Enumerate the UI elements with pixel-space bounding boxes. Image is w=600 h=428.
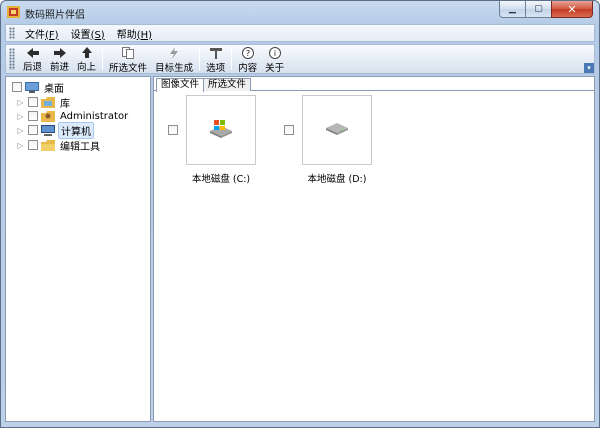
- menu-settings-label: 设置: [70, 29, 91, 41]
- about-button[interactable]: i 关于: [261, 45, 288, 74]
- title-bar[interactable]: 数码照片伴侣 ▁ ▢ ✕: [1, 1, 599, 23]
- tree-checkbox[interactable]: [28, 97, 38, 107]
- arrow-up-icon: [80, 47, 94, 58]
- expand-arrow-icon[interactable]: ▷: [16, 98, 25, 107]
- desktop-icon: [25, 81, 39, 93]
- arrow-right-icon: [53, 47, 67, 58]
- folder-icon: [41, 139, 55, 151]
- about-label: 关于: [265, 63, 285, 74]
- menu-file-key: (F): [45, 29, 59, 41]
- caption-buttons: ▁ ▢ ✕: [499, 1, 593, 18]
- tree-item-desktop[interactable]: 桌面: [12, 80, 66, 95]
- computer-icon: [41, 124, 55, 136]
- help-icon: ?: [241, 47, 255, 59]
- maximize-icon: ▢: [534, 4, 543, 14]
- hard-drive-icon: [324, 121, 350, 140]
- tree-item-administrator[interactable]: ▷ Administrator: [16, 109, 130, 123]
- tree-item-label: 库: [60, 98, 70, 110]
- target-generate-label: 目标生成: [155, 63, 194, 74]
- menu-file-label: 文件: [25, 29, 45, 41]
- app-icon: [7, 6, 20, 18]
- toolbar-overflow-icon[interactable]: ▾: [584, 63, 594, 73]
- menu-grip-icon[interactable]: [9, 27, 15, 39]
- tree-checkbox[interactable]: [12, 82, 22, 92]
- toolbar: 后退 前进 向上 所选文件 目标生成 选项 ? 内容 i 关于 ▾: [5, 44, 595, 74]
- menu-bar: 文件(F) 设置(S) 帮助(H): [5, 24, 595, 42]
- up-button[interactable]: 向上: [73, 45, 100, 73]
- target-generate-button[interactable]: 目标生成: [151, 45, 197, 74]
- back-label: 后退: [23, 62, 43, 73]
- content-pane: 图像文件 所选文件 本地磁盘 (C:) 本地磁盘 (D:): [153, 76, 595, 422]
- tree-item-label: Administrator: [60, 110, 129, 122]
- tab-label: 图像文件: [161, 79, 200, 90]
- forward-label: 前进: [50, 62, 70, 73]
- tree-item-label: 编辑工具: [60, 141, 100, 153]
- drive-checkbox[interactable]: [284, 125, 294, 135]
- tree-item-label: 计算机: [58, 121, 94, 139]
- tree-checkbox[interactable]: [28, 111, 38, 121]
- lightning-icon: [167, 47, 181, 59]
- drive-item-d[interactable]: 本地磁盘 (D:): [272, 95, 382, 205]
- toolbar-separator: [199, 48, 201, 70]
- drive-thumbnail[interactable]: [302, 95, 372, 165]
- minimize-icon: ▁: [509, 4, 516, 14]
- drive-label: 本地磁盘 (D:): [307, 174, 367, 185]
- arrow-left-icon: [26, 47, 40, 58]
- maximize-button[interactable]: ▢: [525, 1, 551, 18]
- menu-help-label: 帮助: [116, 29, 137, 41]
- toolbar-grip-icon[interactable]: [9, 48, 15, 70]
- up-label: 向上: [77, 62, 97, 73]
- tree-item-label: 桌面: [44, 83, 64, 95]
- close-button[interactable]: ✕: [551, 1, 593, 18]
- toolbar-separator: [231, 48, 233, 70]
- forward-button[interactable]: 前进: [46, 45, 73, 73]
- selected-files-button[interactable]: 所选文件: [105, 45, 151, 74]
- tree-item-computer[interactable]: ▷ 计算机: [16, 121, 94, 139]
- expand-arrow-icon[interactable]: ▷: [16, 141, 25, 150]
- minimize-button[interactable]: ▁: [499, 1, 525, 18]
- system-drive-icon: [208, 119, 234, 142]
- options-label: 选项: [206, 63, 226, 74]
- drive-item-c[interactable]: 本地磁盘 (C:): [156, 95, 266, 205]
- tree-item-edit-tools[interactable]: ▷ 编辑工具: [16, 138, 102, 153]
- svg-text:i: i: [273, 49, 275, 58]
- library-folder-icon: [41, 96, 55, 108]
- drive-label: 本地磁盘 (C:): [191, 174, 251, 185]
- selected-files-label: 所选文件: [109, 63, 148, 74]
- tab-label: 所选文件: [208, 79, 247, 90]
- drive-thumbnail[interactable]: [186, 95, 256, 165]
- menu-help[interactable]: 帮助(H): [111, 26, 158, 41]
- menu-file[interactable]: 文件(F): [19, 26, 65, 41]
- back-button[interactable]: 后退: [19, 45, 46, 73]
- drive-checkbox[interactable]: [168, 125, 178, 135]
- expand-arrow-icon[interactable]: ▷: [16, 126, 25, 135]
- menu-settings[interactable]: 设置(S): [65, 26, 111, 41]
- tab-selected-files[interactable]: 所选文件: [203, 78, 252, 91]
- tree-checkbox[interactable]: [28, 125, 38, 135]
- svg-text:?: ?: [245, 49, 249, 58]
- user-folder-icon: [41, 110, 55, 122]
- tab-image-files[interactable]: 图像文件: [156, 78, 205, 92]
- contents-button[interactable]: ? 内容: [234, 45, 261, 74]
- tree-item-library[interactable]: ▷ 库: [16, 95, 72, 110]
- expand-arrow-icon[interactable]: ▷: [16, 112, 25, 121]
- app-window: 数码照片伴侣 ▁ ▢ ✕ 文件(F) 设置(S) 帮助(H) 后退 前进 向上 …: [0, 0, 600, 428]
- tab-strip: 图像文件 所选文件: [154, 77, 594, 92]
- menu-help-key: (H): [136, 29, 153, 41]
- contents-label: 内容: [238, 63, 258, 74]
- close-icon: ✕: [567, 2, 577, 16]
- info-icon: i: [268, 47, 282, 59]
- tree-checkbox[interactable]: [28, 140, 38, 150]
- window-title: 数码照片伴侣: [25, 10, 85, 21]
- tools-icon: [209, 47, 223, 59]
- options-button[interactable]: 选项: [202, 45, 229, 74]
- toolbar-separator: [102, 48, 104, 70]
- copy-files-icon: [121, 47, 135, 59]
- menu-settings-key: (S): [90, 29, 105, 41]
- folder-tree[interactable]: 桌面 ▷ 库 ▷ Administrator ▷ 计算机 ▷ 编辑工具: [5, 76, 151, 422]
